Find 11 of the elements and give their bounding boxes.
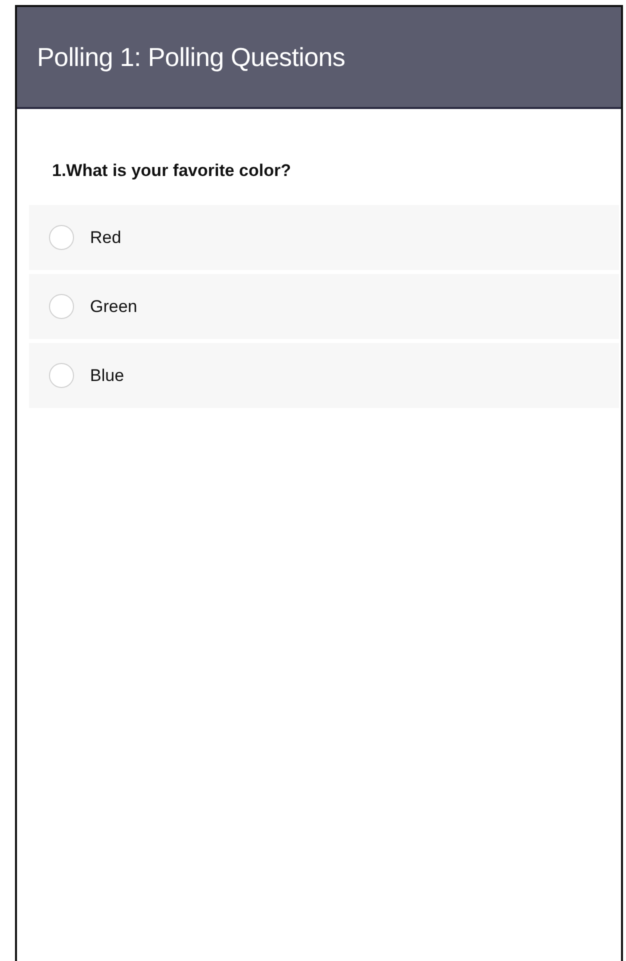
question-text: 1.What is your favorite color? [52,161,292,181]
answer-option[interactable]: Blue [29,343,619,408]
answer-option[interactable]: Green [29,274,619,339]
option-label: Red [90,228,122,248]
option-label: Green [90,296,138,316]
radio-button[interactable] [49,294,74,319]
radio-button[interactable] [49,363,74,388]
option-label: Blue [90,366,124,386]
radio-button[interactable] [49,225,74,250]
answer-option[interactable]: Red [29,205,619,270]
window-title: Polling 1: Polling Questions [37,42,346,72]
